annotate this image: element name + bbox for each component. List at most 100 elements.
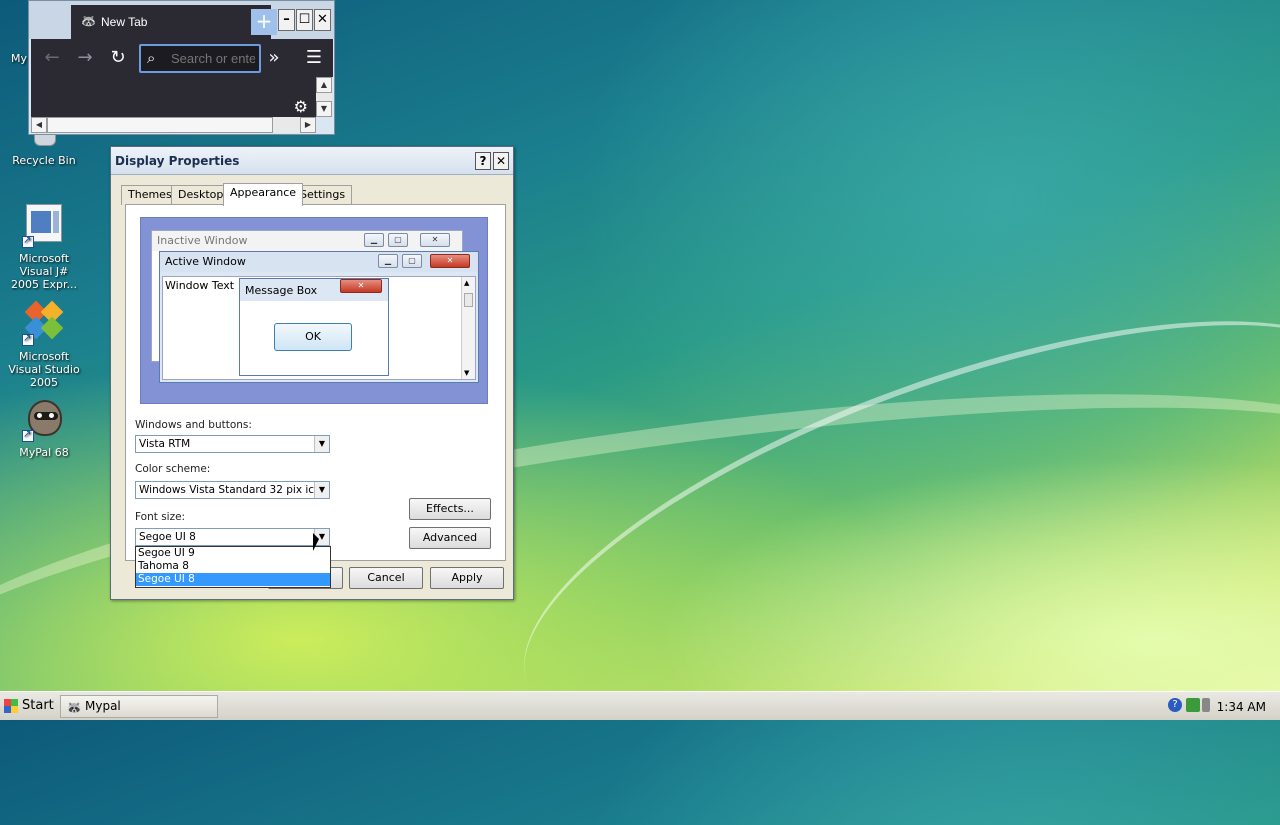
windows-logo-icon — [4, 699, 18, 713]
color-scheme-select[interactable]: Windows Vista Standard 32 pix icons ▼ — [135, 481, 330, 499]
minimize-icon: ▁ — [364, 233, 384, 247]
scroll-up-icon: ▲ — [464, 279, 470, 287]
horizontal-scrollbar[interactable]: ◀ ▶ — [31, 117, 316, 133]
appearance-panel: Inactive Window ▁ ▢ ✕ Active Window ▁ ▢ … — [125, 204, 506, 561]
effects-button[interactable]: Effects... — [409, 498, 491, 520]
font-size-option-selected[interactable]: Segoe UI 8 — [136, 573, 330, 586]
overflow-chevron-icon[interactable]: » — [263, 47, 285, 69]
taskbar-item-mypal[interactable]: 🦝 Mypal — [60, 695, 218, 718]
shortcut-arrow-icon — [22, 332, 34, 346]
help-button[interactable]: ? — [475, 152, 491, 170]
gear-icon[interactable]: ⚙ — [294, 97, 308, 116]
windows-and-buttons-label: Windows and buttons: — [135, 419, 252, 431]
cancel-button[interactable]: Cancel — [349, 567, 423, 589]
scroll-right-icon[interactable]: ▶ — [300, 117, 316, 133]
tab-title: New Tab — [101, 15, 148, 29]
desktop-icon-label: MyPal 68 — [19, 446, 69, 459]
message-box-title: Message Box — [245, 284, 318, 297]
mypal-taskbar-icon: 🦝 — [66, 701, 83, 716]
url-bar[interactable]: ⌕ — [139, 44, 261, 73]
advanced-button[interactable]: Advanced — [409, 527, 491, 549]
close-icon: ✕ — [420, 233, 450, 247]
scroll-left-icon[interactable]: ◀ — [31, 117, 47, 133]
desktop-icon-mypal[interactable]: MyPal 68 — [4, 398, 84, 459]
visual-studio-icon — [22, 300, 66, 346]
mouse-cursor-icon — [313, 533, 319, 551]
close-icon: ✕ — [340, 279, 382, 293]
font-size-option[interactable]: Segoe UI 9 — [136, 547, 330, 560]
font-size-value: Segoe UI 8 — [139, 531, 196, 543]
maximize-icon: ▢ — [402, 254, 422, 268]
tab-desktop[interactable]: Desktop — [171, 185, 231, 205]
windows-and-buttons-select[interactable]: Vista RTM ▼ — [135, 435, 330, 453]
browser-navbar: ← → ↻ ⌕ » ☰ — [31, 39, 333, 77]
desktop-icon-label: Recycle Bin — [12, 154, 76, 167]
taskbar-item-label: Mypal — [85, 699, 121, 713]
dialog-titlebar[interactable]: Display Properties ? ✕ — [111, 147, 513, 175]
font-size-select[interactable]: Segoe UI 8 ▼ — [135, 528, 330, 546]
search-icon: ⌕ — [147, 50, 156, 67]
mypal-tab-icon: 🦝 — [81, 14, 96, 28]
system-tray: ? 1:34 AM — [1148, 694, 1280, 719]
dialog-title: Display Properties — [115, 154, 240, 168]
close-icon: ✕ — [430, 254, 470, 268]
preview-message-box: Message Box ✕ OK — [239, 278, 389, 376]
desktop-icon-label: My — [10, 52, 27, 65]
start-button[interactable]: Start — [2, 695, 56, 718]
windows-and-buttons-value: Vista RTM — [139, 438, 191, 450]
clock[interactable]: 1:34 AM — [1217, 700, 1266, 714]
inactive-window-caption: Inactive Window — [152, 231, 462, 251]
preview-scrollbar: ▲ ▼ — [461, 277, 475, 379]
desktop-icon-label: Microsoft Visual J# 2005 Expr... — [11, 252, 77, 291]
start-label: Start — [22, 698, 54, 713]
desktop-icon-visual-studio[interactable]: Microsoft Visual Studio 2005 — [4, 300, 84, 389]
font-size-dropdown-list[interactable]: Segoe UI 9 Tahoma 8 Segoe UI 8 — [135, 546, 331, 588]
browser-window: 🦝 New Tab ✕ + – ☐ ✕ ← → ↻ ⌕ » ☰ ⚙ ▲ ▼ ◀ … — [28, 0, 335, 135]
raccoon-icon — [22, 398, 66, 442]
appearance-preview: Inactive Window ▁ ▢ ✕ Active Window ▁ ▢ … — [140, 217, 488, 404]
minimize-button[interactable]: – — [278, 9, 295, 31]
active-window-title: Active Window — [165, 255, 246, 268]
forward-arrow-icon[interactable]: → — [74, 47, 96, 69]
url-input[interactable] — [169, 50, 257, 67]
browser-tab-new-tab[interactable]: 🦝 New Tab ✕ — [71, 5, 271, 39]
scroll-thumb[interactable] — [47, 117, 273, 133]
preview-ok-button: OK — [274, 323, 352, 351]
tab-appearance[interactable]: Appearance — [223, 183, 304, 206]
color-scheme-label: Color scheme: — [135, 463, 211, 475]
safely-remove-icon[interactable] — [1202, 698, 1210, 712]
hamburger-menu-icon[interactable]: ☰ — [303, 47, 325, 69]
dialog-close-button[interactable]: ✕ — [493, 152, 509, 170]
color-scheme-value: Windows Vista Standard 32 pix icons — [139, 484, 330, 496]
browser-tabbar: 🦝 New Tab ✕ + – ☐ ✕ — [29, 1, 334, 39]
help-icon[interactable]: ? — [1168, 698, 1182, 712]
font-size-label: Font size: — [135, 511, 186, 523]
close-button[interactable]: ✕ — [314, 9, 331, 31]
display-properties-dialog: Display Properties ? ✕ Themes Desktop Ap… — [110, 146, 514, 600]
scroll-down-icon: ▼ — [464, 369, 470, 377]
window-text: Window Text — [165, 279, 235, 292]
reload-icon[interactable]: ↻ — [107, 47, 129, 69]
inactive-window-title: Inactive Window — [157, 234, 248, 247]
visual-jsharp-icon — [22, 204, 66, 248]
chevron-down-icon[interactable]: ▼ — [314, 436, 329, 452]
font-size-option[interactable]: Tahoma 8 — [136, 560, 330, 573]
back-arrow-icon[interactable]: ← — [41, 47, 63, 69]
scroll-thumb — [464, 293, 473, 307]
taskbar: Start 🦝 Mypal ? 1:34 AM — [0, 691, 1280, 720]
chevron-down-icon[interactable]: ▼ — [314, 482, 329, 498]
network-icon[interactable] — [1186, 698, 1200, 712]
apply-button[interactable]: Apply — [430, 567, 504, 589]
browser-content: ⚙ — [31, 77, 316, 117]
maximize-button[interactable]: ☐ — [296, 9, 313, 31]
vertical-scrollbar[interactable]: ▲ ▼ — [316, 77, 332, 117]
shortcut-arrow-icon — [22, 428, 34, 442]
desktop-icon-recycle-bin[interactable]: Recycle Bin — [4, 130, 84, 167]
desktop-icon-label: Microsoft Visual Studio 2005 — [8, 350, 80, 389]
scroll-up-icon[interactable]: ▲ — [316, 77, 332, 93]
desktop-icon-visual-jsharp[interactable]: Microsoft Visual J# 2005 Expr... — [4, 204, 84, 291]
shortcut-arrow-icon — [22, 234, 34, 248]
scroll-down-icon[interactable]: ▼ — [316, 101, 332, 117]
new-tab-button[interactable]: + — [251, 9, 277, 35]
maximize-icon: ▢ — [388, 233, 408, 247]
